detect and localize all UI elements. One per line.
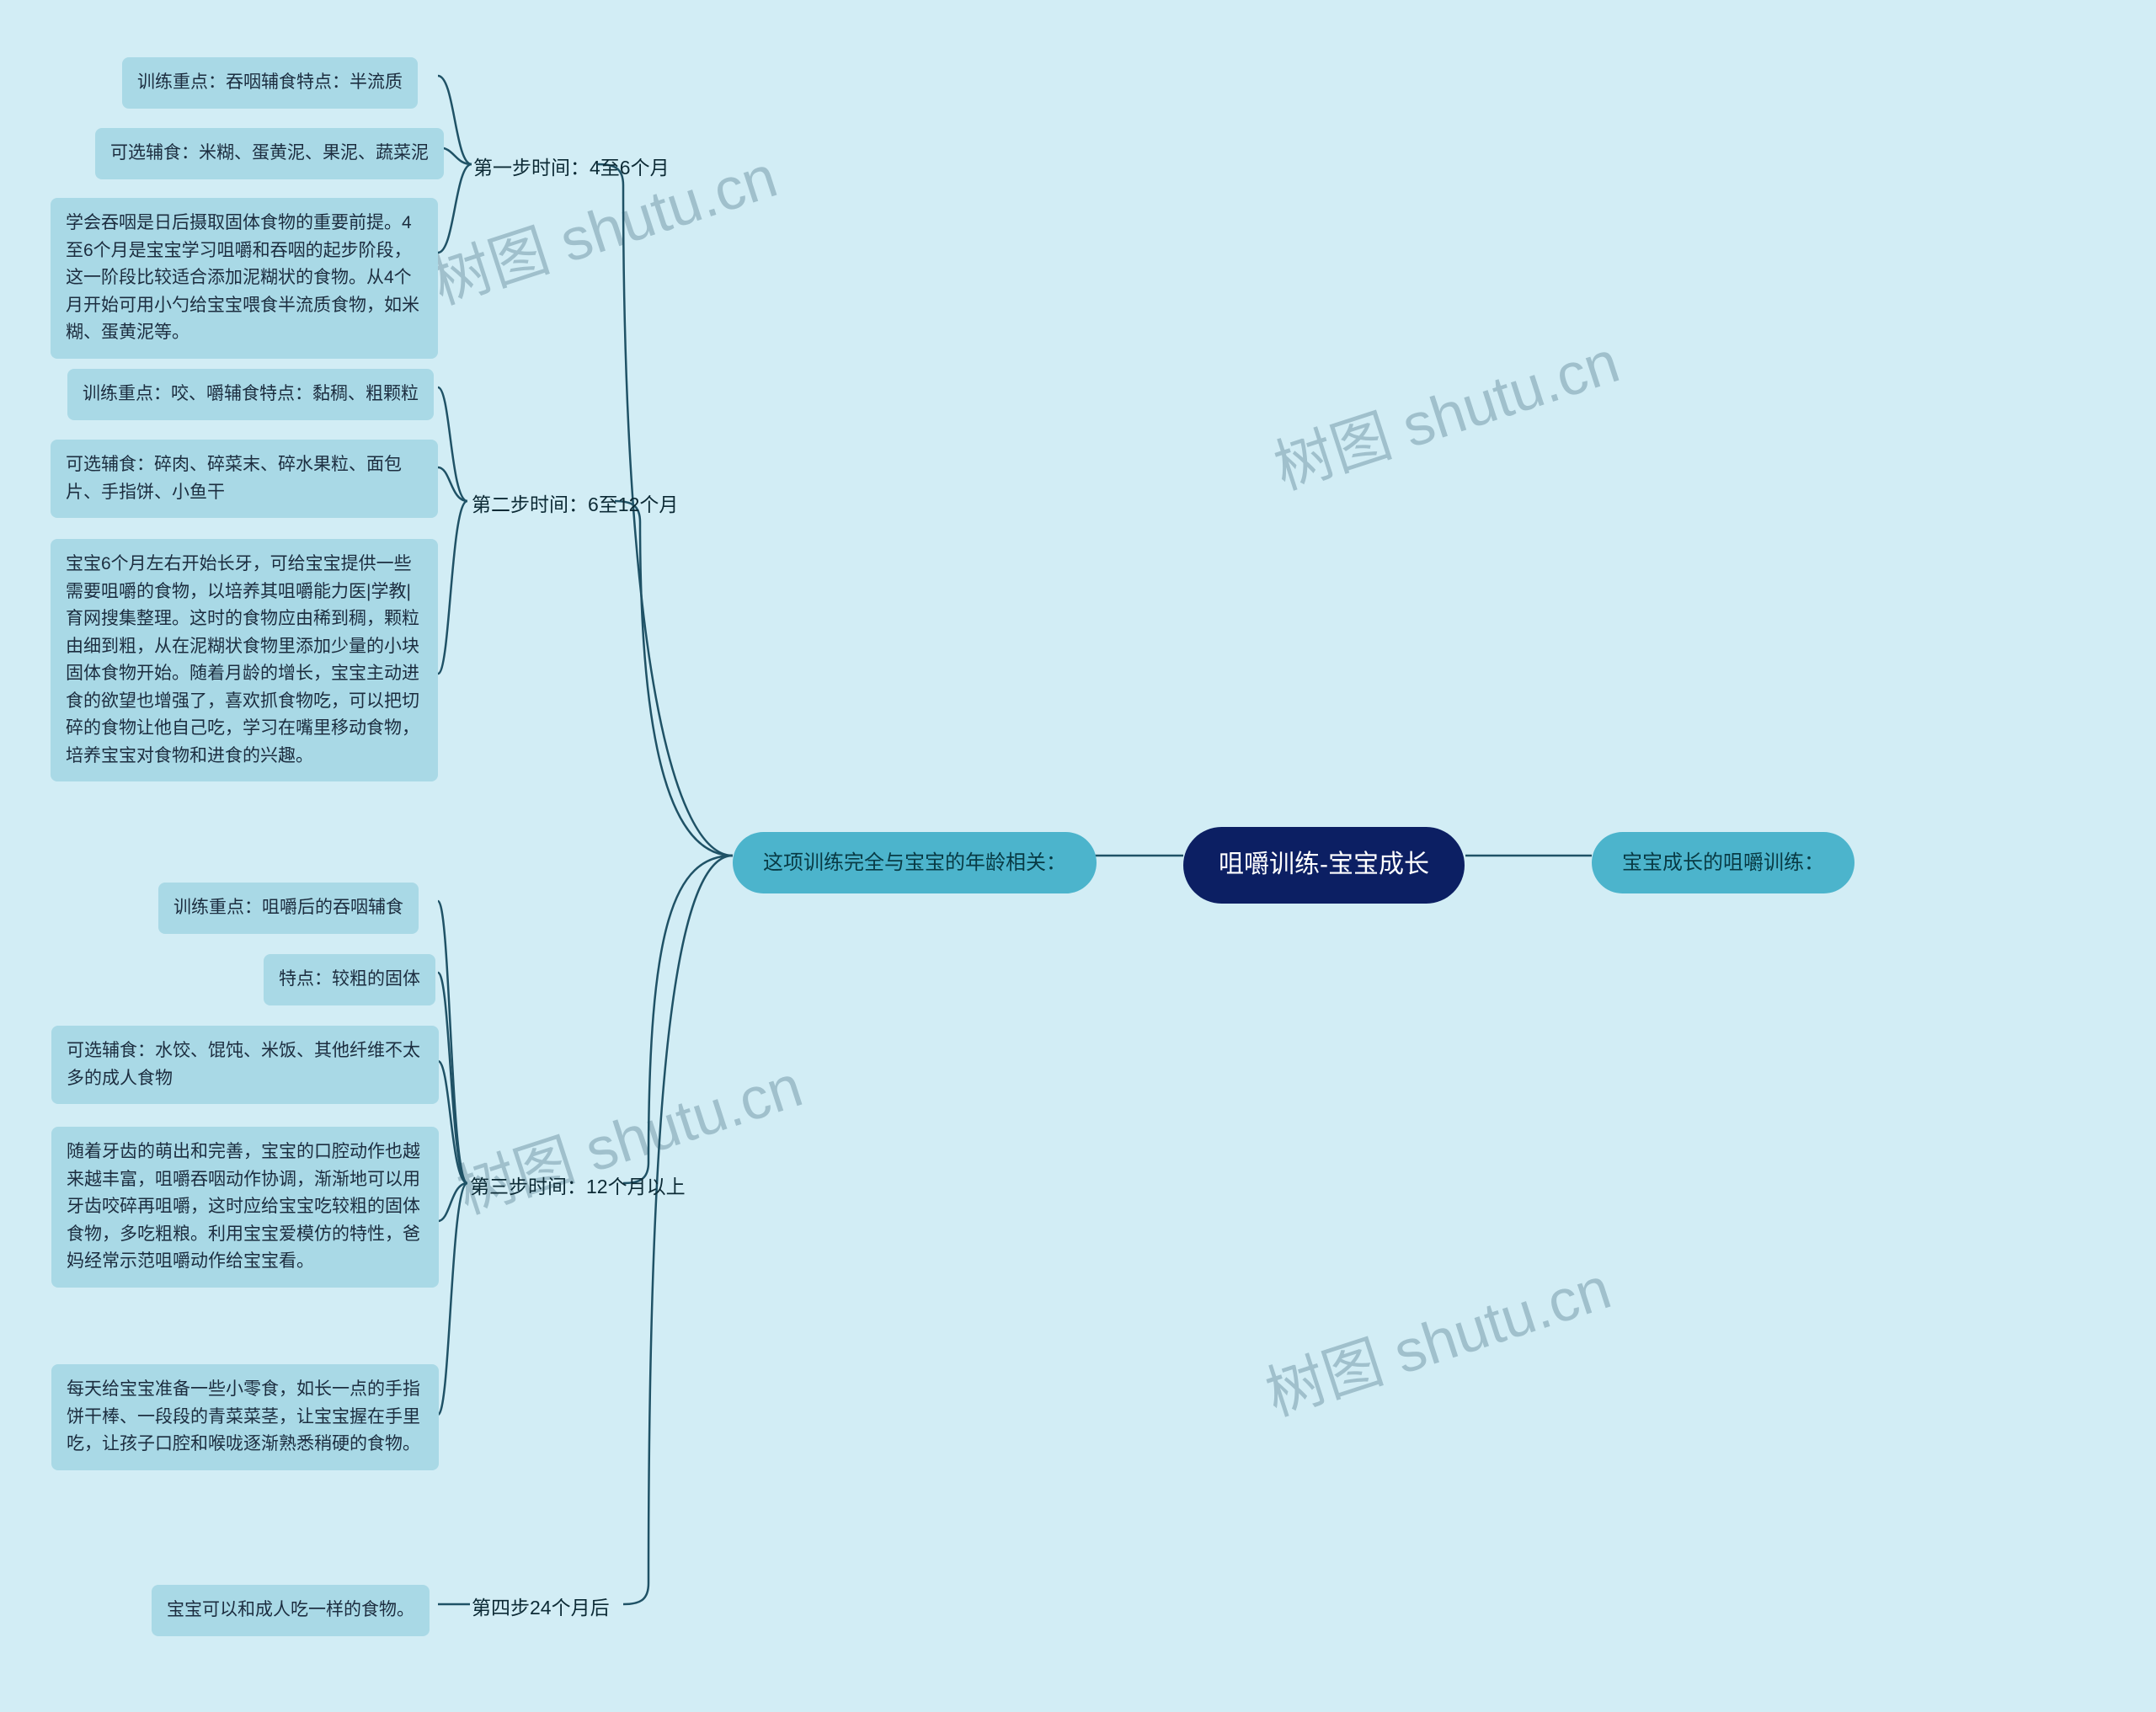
step-3-title[interactable]: 第三步时间：12个月以上 [470, 1172, 686, 1203]
step-1-title[interactable]: 第一步时间：4至6个月 [473, 153, 670, 184]
step-1-item-1[interactable]: 可选辅食：米糊、蛋黄泥、果泥、蔬菜泥 [95, 128, 444, 179]
step-2-item-0[interactable]: 训练重点：咬、嚼辅食特点：黏稠、粗颗粒 [67, 369, 434, 420]
step-3-item-4[interactable]: 每天给宝宝准备一些小零食，如长一点的手指饼干棒、一段段的青菜菜茎，让宝宝握在手里… [51, 1364, 439, 1470]
step-1-item-0[interactable]: 训练重点：吞咽辅食特点：半流质 [122, 57, 418, 109]
step-2-item-2[interactable]: 宝宝6个月左右开始长牙，可给宝宝提供一些需要咀嚼的食物，以培养其咀嚼能力医|学教… [51, 539, 438, 781]
watermark: 树图 shutu.cn [1262, 315, 1629, 506]
step-3-item-3[interactable]: 随着牙齿的萌出和完善，宝宝的口腔动作也越来越丰富，咀嚼吞咽动作协调，渐渐地可以用… [51, 1127, 439, 1288]
step-1-item-2[interactable]: 学会吞咽是日后摄取固体食物的重要前提。4至6个月是宝宝学习咀嚼和吞咽的起步阶段，… [51, 198, 438, 359]
step-2-title[interactable]: 第二步时间：6至12个月 [472, 490, 678, 520]
step-3-item-1[interactable]: 特点：较粗的固体 [264, 954, 435, 1005]
step-3-item-2[interactable]: 可选辅食：水饺、馄饨、米饭、其他纤维不太多的成人食物 [51, 1026, 439, 1104]
branch-left[interactable]: 这项训练完全与宝宝的年龄相关： [733, 832, 1097, 893]
step-4-item-0[interactable]: 宝宝可以和成人吃一样的食物。 [152, 1585, 430, 1636]
step-4-title[interactable]: 第四步24个月后 [472, 1593, 610, 1624]
branch-right[interactable]: 宝宝成长的咀嚼训练： [1592, 832, 1854, 893]
step-2-item-1[interactable]: 可选辅食：碎肉、碎菜末、碎水果粒、面包片、手指饼、小鱼干 [51, 440, 438, 518]
watermark: 树图 shutu.cn [1254, 1241, 1620, 1432]
mindmap-canvas: 树图 shutu.cn 树图 shutu.cn 树图 shutu.cn 树图 s… [0, 0, 2156, 1712]
root-node[interactable]: 咀嚼训练-宝宝成长 [1183, 827, 1465, 904]
step-3-item-0[interactable]: 训练重点：咀嚼后的吞咽辅食 [158, 883, 419, 934]
